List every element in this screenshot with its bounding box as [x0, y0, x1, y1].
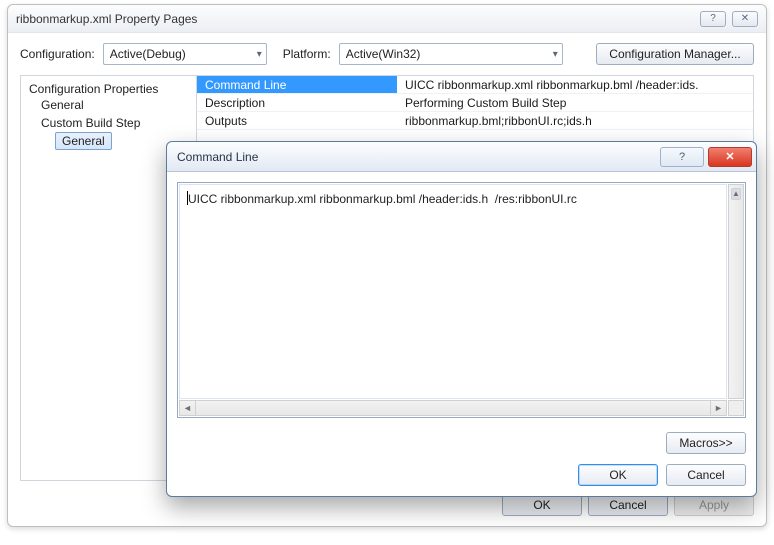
- grid-key: Command Line: [197, 76, 397, 93]
- horizontal-scrollbar[interactable]: ◄ ►: [179, 400, 727, 416]
- grid-value[interactable]: Performing Custom Build Step: [397, 94, 753, 111]
- scrollbar-corner: [728, 400, 744, 416]
- chevron-down-icon: ▾: [251, 49, 262, 60]
- vertical-scrollbar[interactable]: ▲: [728, 184, 744, 399]
- tree-node-custom-build-step[interactable]: Custom Build Step: [29, 114, 188, 132]
- pp-cancel-button[interactable]: Cancel: [588, 494, 668, 516]
- pp-apply-button[interactable]: Apply: [674, 494, 754, 516]
- cl-cancel-button[interactable]: Cancel: [666, 464, 746, 486]
- configuration-value: Active(Debug): [110, 47, 251, 61]
- grid-key: Description: [197, 94, 397, 111]
- grid-row-command-line[interactable]: Command Line UICC ribbonmarkup.xml ribbo…: [197, 76, 753, 94]
- platform-label: Platform:: [283, 47, 331, 61]
- chevron-down-icon: ▾: [547, 49, 558, 60]
- grid-value[interactable]: UICC ribbonmarkup.xml ribbonmarkup.bml /…: [397, 76, 753, 93]
- close-icon[interactable]: ✕: [708, 147, 752, 167]
- grid-row-description[interactable]: Description Performing Custom Build Step: [197, 94, 753, 112]
- pp-ok-label: OK: [533, 498, 550, 512]
- macros-label: Macros>>: [679, 436, 732, 450]
- help-icon[interactable]: ?: [700, 11, 726, 27]
- command-line-editor-frame: UICC ribbonmarkup.xml ribbonmarkup.bml /…: [177, 182, 746, 418]
- property-pages-title: ribbonmarkup.xml Property Pages: [16, 5, 694, 33]
- platform-combo[interactable]: Active(Win32) ▾: [339, 43, 563, 65]
- command-line-titlebar[interactable]: Command Line ? ✕: [167, 142, 756, 172]
- command-line-title: Command Line: [177, 150, 660, 164]
- tree-node-cbs-general[interactable]: General: [55, 132, 112, 150]
- configuration-manager-button[interactable]: Configuration Manager...: [596, 43, 754, 65]
- scrollbar-left-arrow-icon[interactable]: ◄: [180, 401, 196, 415]
- property-pages-footer: OK Cancel Apply: [502, 494, 754, 516]
- pp-apply-label: Apply: [699, 498, 729, 512]
- command-line-dialog: Command Line ? ✕ UICC ribbonmarkup.xml r…: [166, 141, 757, 497]
- command-line-text: UICC ribbonmarkup.xml ribbonmarkup.bml /…: [188, 192, 577, 206]
- grid-value[interactable]: ribbonmarkup.bml;ribbonUI.rc;ids.h: [397, 112, 753, 129]
- tree-root[interactable]: Configuration Properties: [29, 82, 188, 96]
- scrollbar-up-arrow-icon[interactable]: ▲: [731, 188, 741, 200]
- pp-cancel-label: Cancel: [609, 498, 646, 512]
- grid-row-outputs[interactable]: Outputs ribbonmarkup.bml;ribbonUI.rc;ids…: [197, 112, 753, 130]
- cl-cancel-label: Cancel: [687, 468, 724, 482]
- configuration-combo[interactable]: Active(Debug) ▾: [103, 43, 267, 65]
- platform-value: Active(Win32): [346, 47, 547, 61]
- pp-ok-button[interactable]: OK: [502, 494, 582, 516]
- cl-ok-label: OK: [609, 468, 626, 482]
- scrollbar-right-arrow-icon[interactable]: ►: [710, 401, 726, 415]
- tree-node-general[interactable]: General: [29, 96, 188, 114]
- grid-key: Outputs: [197, 112, 397, 129]
- property-pages-titlebar[interactable]: ribbonmarkup.xml Property Pages ? ✕: [8, 5, 766, 33]
- close-icon[interactable]: ✕: [732, 11, 758, 27]
- help-icon[interactable]: ?: [660, 147, 704, 167]
- command-line-textarea[interactable]: UICC ribbonmarkup.xml ribbonmarkup.bml /…: [179, 184, 727, 399]
- cl-ok-button[interactable]: OK: [578, 464, 658, 486]
- configuration-label: Configuration:: [20, 47, 95, 61]
- macros-button[interactable]: Macros>>: [666, 432, 746, 454]
- configuration-manager-label: Configuration Manager...: [609, 47, 740, 61]
